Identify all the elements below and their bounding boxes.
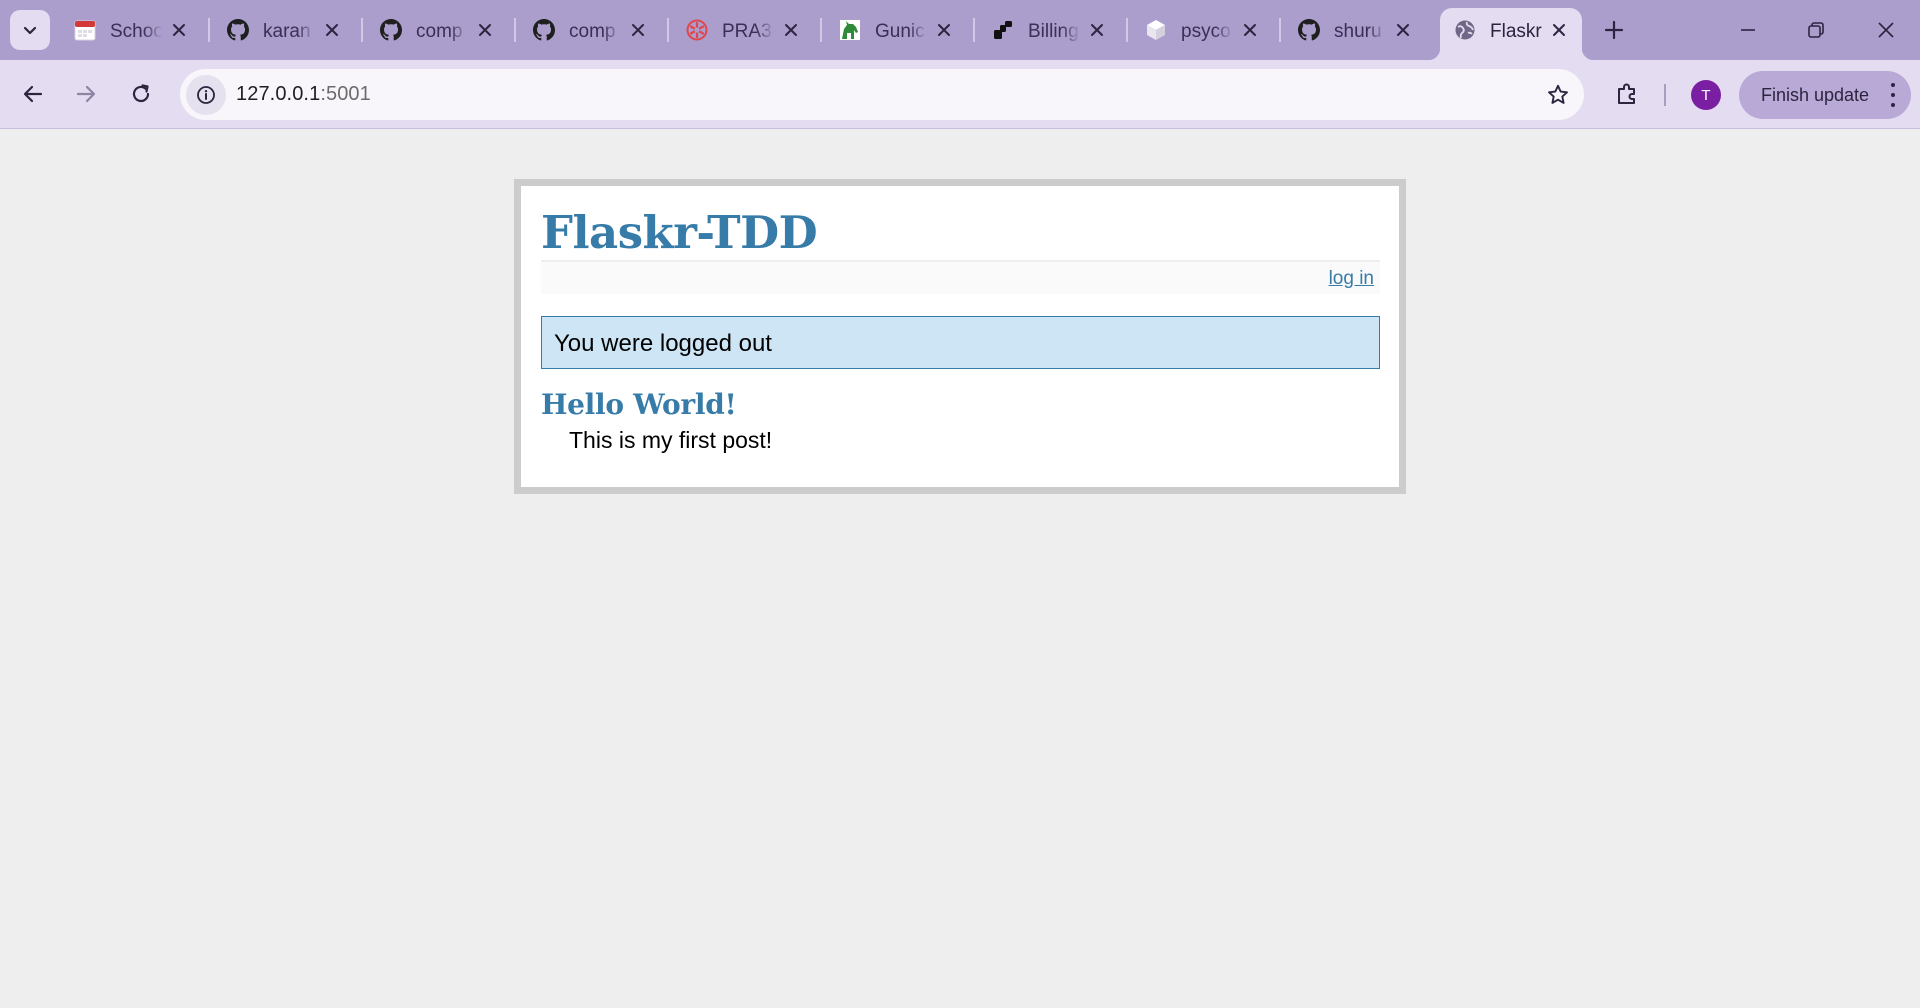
chevron-down-icon	[23, 26, 37, 35]
tab-comp-2[interactable]: comp	[519, 8, 665, 52]
close-window-button[interactable]	[1862, 10, 1910, 50]
close-icon[interactable]	[933, 19, 955, 41]
restore-button[interactable]	[1792, 10, 1840, 50]
close-icon[interactable]	[1086, 19, 1108, 41]
minimize-icon	[1741, 29, 1755, 31]
tab-search-button[interactable]	[10, 10, 50, 50]
tab-divider	[820, 18, 822, 42]
tab-school[interactable]: School	[60, 8, 206, 52]
close-icon[interactable]	[321, 19, 343, 41]
entry-text: This is my first post!	[569, 427, 773, 453]
minimize-button[interactable]	[1724, 10, 1772, 50]
page-container: Flaskr-TDD log in You were logged out He…	[514, 179, 1406, 494]
asterisk-icon	[686, 19, 708, 41]
plus-icon	[1604, 20, 1624, 40]
profile-avatar[interactable]: T	[1691, 80, 1721, 110]
tab-title: comp	[569, 21, 616, 42]
close-icon[interactable]	[627, 19, 649, 41]
new-tab-button[interactable]	[1598, 14, 1630, 46]
tab-billing[interactable]: Billing	[978, 8, 1124, 52]
github-icon	[533, 19, 555, 41]
flash-text: You were logged out	[554, 330, 772, 357]
tab-title: School	[110, 21, 162, 42]
tab-pra3[interactable]: PRA3	[672, 8, 818, 52]
tab-psyco[interactable]: psyco	[1131, 8, 1277, 52]
tab-gunicorn[interactable]: Gunic	[825, 8, 971, 52]
tab-flaskr[interactable]: Flaskr	[1428, 8, 1594, 60]
more-vertical-icon	[1889, 83, 1897, 107]
flash-message: You were logged out	[541, 316, 1380, 369]
tab-divider	[361, 18, 363, 42]
github-icon	[1298, 19, 1320, 41]
address-bar[interactable]: 127.0.0.1:5001	[180, 69, 1584, 120]
extensions-button[interactable]	[1609, 76, 1645, 112]
brand-icon	[992, 19, 1014, 41]
login-link[interactable]: log in	[1329, 268, 1374, 290]
tab-divider	[1279, 18, 1281, 42]
tab-strip: School karan comp comp PRA3	[0, 0, 1920, 60]
bookmark-star-button[interactable]	[1544, 81, 1572, 109]
tab-title: Billing	[1028, 21, 1079, 42]
tab-title: PRA3	[722, 21, 772, 42]
close-icon[interactable]	[474, 19, 496, 41]
tab-divider	[208, 18, 210, 42]
github-icon	[380, 19, 402, 41]
close-icon[interactable]	[1392, 19, 1414, 41]
finish-update-button[interactable]: Finish update	[1739, 71, 1911, 119]
info-icon	[197, 86, 215, 104]
tab-title: karan	[263, 21, 311, 42]
arrow-right-icon	[76, 85, 96, 103]
back-button[interactable]	[13, 74, 53, 114]
tab-karan[interactable]: karan	[213, 8, 359, 52]
reload-button[interactable]	[121, 74, 161, 114]
url-host: 127.0.0.1	[236, 83, 321, 105]
globe-icon	[1454, 19, 1476, 41]
url-text[interactable]: 127.0.0.1:5001	[236, 83, 371, 106]
site-info-button[interactable]	[186, 75, 226, 115]
close-icon	[1878, 22, 1894, 38]
tab-title: Flaskr	[1490, 21, 1542, 42]
tab-title: shuru	[1334, 21, 1382, 42]
unicorn-icon	[839, 19, 861, 41]
tab-divider	[514, 18, 516, 42]
browser-toolbar: 127.0.0.1:5001 T Finish update	[0, 60, 1920, 129]
star-icon	[1548, 84, 1568, 104]
tab-title: psyco	[1181, 21, 1231, 42]
tab-title: comp	[416, 21, 463, 42]
meta-nav: log in	[541, 260, 1380, 294]
restore-icon	[1808, 22, 1824, 38]
tab-divider	[973, 18, 975, 42]
github-icon	[227, 19, 249, 41]
close-icon[interactable]	[780, 19, 802, 41]
tab-divider	[1126, 18, 1128, 42]
close-icon[interactable]	[168, 19, 190, 41]
url-port: :5001	[320, 83, 371, 105]
puzzle-icon	[1618, 83, 1635, 104]
arrow-left-icon	[23, 85, 43, 103]
close-icon[interactable]	[1239, 19, 1261, 41]
toolbar-divider	[1664, 84, 1666, 106]
tab-shuru[interactable]: shuru	[1284, 8, 1430, 52]
calendar-icon	[74, 19, 96, 41]
finish-update-label: Finish update	[1761, 85, 1870, 105]
entry-title: Hello World!	[541, 388, 737, 421]
tab-title: Gunic	[875, 21, 925, 42]
cube-icon	[1145, 19, 1167, 41]
close-icon[interactable]	[1548, 19, 1570, 41]
page-title: Flaskr-TDD	[541, 206, 818, 259]
tab-comp-1[interactable]: comp	[366, 8, 512, 52]
tab-divider	[667, 18, 669, 42]
forward-button[interactable]	[66, 74, 106, 114]
reload-icon	[132, 84, 150, 103]
